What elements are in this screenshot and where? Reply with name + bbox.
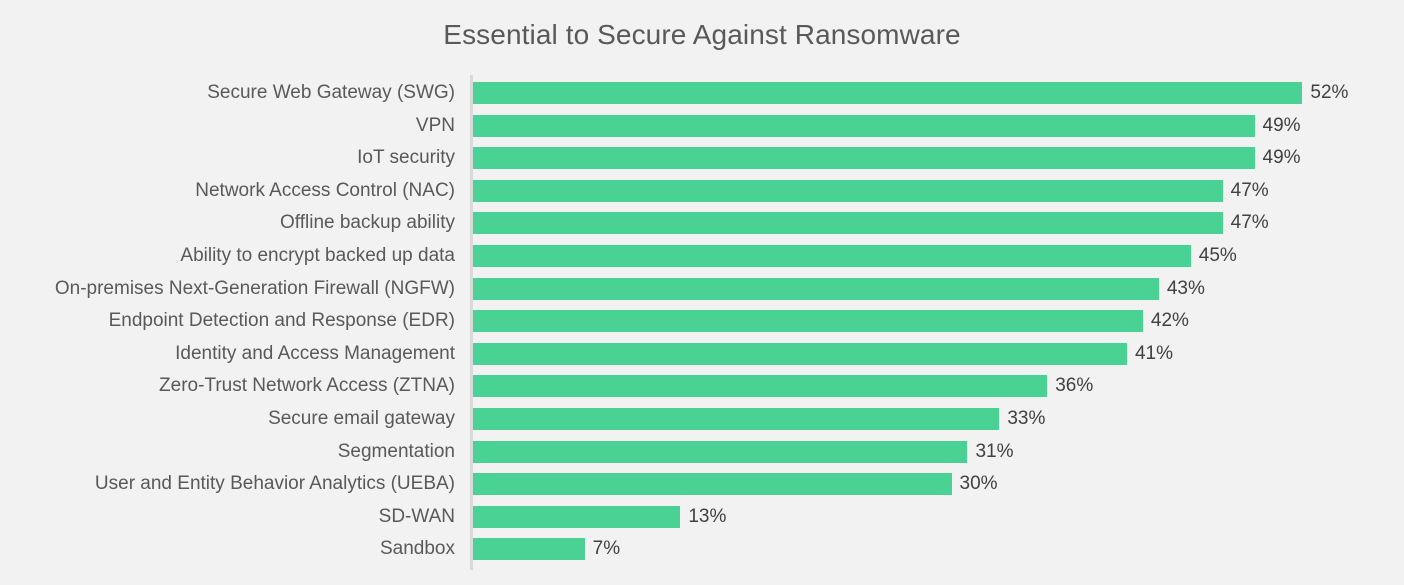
bar[interactable] — [473, 375, 1048, 398]
bar-value-label: 42% — [1150, 310, 1189, 332]
bar-track — [473, 305, 1143, 337]
bar-track — [473, 142, 1255, 174]
bar-category-label: Secure email gateway — [268, 408, 455, 429]
bar[interactable] — [473, 473, 952, 496]
bar-value-label: 47% — [1230, 212, 1269, 234]
bar-category-label: Network Access Control (NAC) — [195, 179, 455, 201]
bar-row: Secure Web Gateway (SWG) 52% — [0, 77, 1404, 109]
bar-value-label: 33% — [1007, 408, 1046, 429]
bar-category-label: SD-WAN — [378, 505, 455, 527]
bar-track — [473, 175, 1223, 207]
bar-value-label: 43% — [1166, 277, 1205, 299]
bar-value-label: 49% — [1262, 147, 1301, 169]
bar[interactable] — [473, 310, 1143, 333]
bar-chart: Essential to Secure Against Ransomware S… — [0, 0, 1404, 585]
bar-value-label: 49% — [1262, 114, 1301, 136]
bar[interactable] — [473, 147, 1255, 170]
bar-value-label: 30% — [959, 473, 998, 495]
bar-row: On-premises Next-Generation Firewall (NG… — [0, 273, 1404, 305]
bar-track — [473, 403, 1000, 435]
bar-track — [473, 110, 1255, 142]
bar-value-label: 45% — [1198, 245, 1237, 266]
bar-row: User and Entity Behavior Analytics (UEBA… — [0, 468, 1404, 500]
bar-category-label: User and Entity Behavior Analytics (UEBA… — [94, 473, 455, 495]
bar-row: Ability to encrypt backed up data 45% — [0, 240, 1404, 272]
bar-track — [473, 468, 952, 500]
bar-value-label: 13% — [688, 505, 727, 527]
bar-row: Offline backup ability 47% — [0, 207, 1404, 239]
bar[interactable] — [473, 114, 1255, 137]
bar-category-label: Segmentation — [337, 440, 455, 462]
bar-category-label: Ability to encrypt backed up data — [180, 245, 455, 266]
bar-track — [473, 240, 1191, 272]
bar-row: VPN 49% — [0, 110, 1404, 142]
bar-track — [473, 533, 585, 565]
bar-row: SD-WAN 13% — [0, 501, 1404, 533]
bar-row: Endpoint Detection and Response (EDR) 42% — [0, 305, 1404, 337]
bar-row: Identity and Access Management 41% — [0, 338, 1404, 370]
bar-track — [473, 207, 1223, 239]
bar-value-label: 31% — [975, 440, 1014, 462]
bar-track — [473, 370, 1048, 402]
bar-track — [473, 338, 1127, 370]
bar[interactable] — [473, 342, 1127, 365]
bar[interactable] — [473, 538, 585, 561]
bar-value-label: 41% — [1134, 342, 1173, 364]
bar-row: IoT security 49% — [0, 142, 1404, 174]
bar-category-label: Zero-Trust Network Access (ZTNA) — [159, 375, 455, 397]
bar-row: Segmentation 31% — [0, 436, 1404, 468]
bar-category-label: Identity and Access Management — [175, 342, 455, 364]
bar-row: Network Access Control (NAC) 47% — [0, 175, 1404, 207]
bar-track — [473, 273, 1159, 305]
bar-category-label: Endpoint Detection and Response (EDR) — [108, 310, 455, 332]
plot-area: Secure Web Gateway (SWG) 52% VPN 49% IoT sec… — [0, 0, 1404, 585]
bar[interactable] — [473, 212, 1223, 235]
bar-row: Zero-Trust Network Access (ZTNA) 36% — [0, 370, 1404, 402]
bar[interactable] — [473, 245, 1191, 267]
bar-track — [473, 436, 968, 468]
bar[interactable] — [473, 82, 1303, 104]
bar[interactable] — [473, 277, 1159, 300]
bar[interactable] — [473, 440, 968, 463]
bar-track — [473, 77, 1303, 109]
bar-category-label: Secure Web Gateway (SWG) — [207, 82, 455, 103]
bar-track — [473, 501, 681, 533]
bar-category-label: Offline backup ability — [280, 212, 455, 234]
bar[interactable] — [473, 408, 1000, 430]
bar-row: Sandbox 7% — [0, 533, 1404, 565]
bar[interactable] — [473, 505, 681, 528]
bar-category-label: On-premises Next-Generation Firewall (NG… — [54, 277, 455, 299]
bar[interactable] — [473, 179, 1223, 202]
bar-category-label: VPN — [415, 114, 455, 136]
bar-value-label: 7% — [592, 538, 621, 560]
bar-value-label: 36% — [1055, 375, 1094, 397]
bar-value-label: 47% — [1230, 179, 1269, 201]
bar-category-label: Sandbox — [379, 538, 455, 560]
bar-row: Secure email gateway 33% — [0, 403, 1404, 435]
bar-category-label: IoT security — [357, 147, 455, 169]
bar-value-label: 52% — [1310, 82, 1349, 103]
